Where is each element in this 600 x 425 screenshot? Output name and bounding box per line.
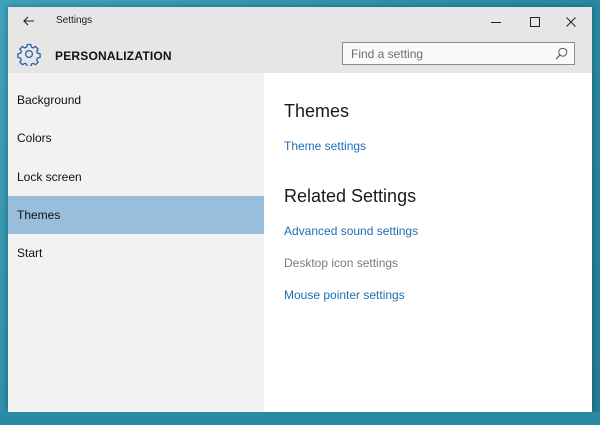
sidebar-item-themes[interactable]: Themes [8,196,264,234]
sidebar-item-label: Lock screen [17,170,82,184]
close-icon [566,16,576,27]
themes-heading: Themes [284,101,350,121]
main-content: Themes Theme settings Related Settings A… [264,73,592,412]
sidebar-item-start[interactable]: Start [8,234,264,272]
search-input[interactable] [343,43,556,64]
back-button[interactable] [14,10,44,32]
theme-settings-link[interactable]: Theme settings [284,139,366,153]
sidebar-item-background[interactable]: Background [8,81,264,119]
back-arrow-icon [23,16,34,26]
sidebar-item-label: Colors [17,131,52,145]
minimize-button[interactable] [478,7,514,36]
title-bar: Settings [8,7,592,36]
search-icon[interactable] [555,47,568,60]
settings-window: Settings PERSONALIZATION Find a setting … [8,7,592,412]
advanced-sound-settings-link[interactable]: Advanced sound settings [284,224,418,238]
maximize-icon [530,16,540,27]
sidebar-item-lock-screen[interactable]: Lock screen [8,158,264,196]
search-box[interactable] [342,42,575,65]
desktop-edge [0,412,600,425]
maximize-button[interactable] [517,7,553,36]
related-settings-heading: Related Settings [284,186,417,206]
close-button[interactable] [553,7,589,36]
minimize-icon [491,21,501,23]
sidebar-item-colors[interactable]: Colors [8,119,264,157]
sidebar-item-label: Start [17,246,43,260]
page-header: PERSONALIZATION [8,36,592,73]
sidebar-item-label: Themes [17,208,61,222]
sidebar: Background Colors Lock screen Themes Sta… [8,73,264,412]
gear-icon [17,43,41,66]
mouse-pointer-settings-link[interactable]: Mouse pointer settings [284,288,405,302]
sidebar-item-label: Background [17,93,82,107]
section-title: PERSONALIZATION [55,49,172,63]
desktop-icon-settings-link: Desktop icon settings [284,256,399,270]
window-title: Settings [56,15,93,26]
